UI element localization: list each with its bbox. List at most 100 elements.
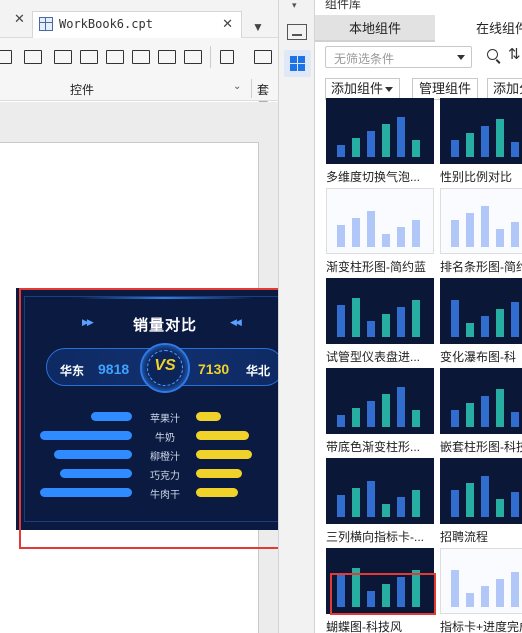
sort-icon[interactable]: ⇅ [508, 45, 521, 63]
tab-online-components[interactable]: 在线组件 [436, 15, 522, 42]
tab-local-components[interactable]: 本地组件 [315, 15, 435, 42]
thumbnail-decoration [397, 577, 405, 607]
add-component-label: 添加组件 [331, 81, 384, 96]
thumbnail-decoration [352, 138, 360, 157]
right-bar [196, 469, 242, 478]
component-card[interactable]: 带底色渐变柱形... [326, 368, 434, 454]
thumbnail-decoration [382, 234, 390, 247]
component-card[interactable]: 指标卡+进度完成 [440, 548, 522, 633]
component-card-label: 嵌套柱形图-科技 [440, 440, 522, 454]
thumbnail-decoration [397, 307, 405, 337]
panel-title: 组件库 [325, 0, 362, 11]
left-bar [54, 450, 132, 459]
button-widget-icon[interactable] [0, 50, 12, 64]
component-card[interactable]: 招聘流程 [440, 458, 522, 544]
component-card-label: 招聘流程 [440, 530, 489, 544]
component-thumbnail [440, 98, 522, 164]
thumbnail-decoration [382, 504, 390, 517]
right-bar [196, 412, 221, 421]
category-label: 苹果汁 [150, 414, 180, 425]
manage-components-button[interactable]: 管理组件 [412, 78, 478, 100]
component-card[interactable]: 变化瀑布图-科 [440, 278, 522, 364]
workbook-tabbar: ✕ WorkBook6.cpt ✕ ▼ [0, 0, 278, 38]
component-card[interactable]: 三列横向指标卡-... [326, 458, 434, 544]
thumbnail-decoration [511, 142, 519, 157]
component-card[interactable]: 试管型仪表盘进... [326, 278, 434, 364]
close-icon[interactable]: ✕ [14, 12, 25, 25]
thumbnail-decoration [451, 490, 459, 517]
group-divider [251, 79, 252, 98]
component-card[interactable]: 渐变柱形图-简约蓝 [326, 188, 434, 274]
library-tabs: 本地组件 在线组件 [315, 15, 522, 42]
right-bar [196, 450, 252, 459]
search-icon[interactable] [487, 49, 498, 60]
thumbnail-decoration [412, 300, 420, 337]
right-bar [196, 431, 249, 440]
file-search-icon[interactable] [220, 50, 234, 64]
thumbnail-decoration [352, 568, 360, 607]
thumbnail-decoration [451, 140, 459, 157]
thumbnail-decoration [352, 408, 360, 427]
thumbnail-decoration [466, 403, 474, 427]
thumbnail-decoration [511, 572, 519, 607]
right-bar [196, 488, 238, 497]
tree-widget-icon[interactable] [254, 50, 272, 64]
thumbnail-decoration [352, 298, 360, 337]
component-card[interactable]: 性别比例对比 [440, 98, 522, 184]
component-card-label: 三列横向指标卡-... [326, 530, 424, 544]
component-thumbnail [440, 368, 522, 434]
thumbnail-decoration [466, 133, 474, 157]
right-region-value: 7130 [198, 361, 230, 377]
panel-toggle-icon[interactable] [287, 24, 307, 40]
component-library-button[interactable] [284, 50, 311, 77]
add-component-button[interactable]: 添加组件 [325, 78, 400, 100]
thumbnail-decoration [382, 394, 390, 427]
chevron-down-icon[interactable]: ⌄ [233, 81, 241, 92]
grid-icon [290, 56, 305, 71]
number-widget-icon[interactable] [106, 50, 124, 64]
date-widget-icon[interactable] [54, 50, 72, 64]
thumbnail-decoration [412, 410, 420, 427]
thumbnail-decoration [511, 302, 519, 337]
left-region-value: 9818 [98, 361, 130, 377]
component-thumbnail [326, 98, 434, 164]
component-thumbnail [440, 278, 522, 344]
thumbnail-decoration [412, 570, 420, 607]
component-card-label: 排名条形图-简约 [440, 260, 522, 274]
component-card[interactable]: 排名条形图-简约 [440, 188, 522, 274]
component-library-panel: 组件库 本地组件 在线组件 无筛选条件 ⇅ 添加组件 管理组件 添加分 多维度切… [315, 0, 522, 633]
thumbnail-decoration [511, 492, 519, 517]
thumbnail-decoration [367, 321, 375, 337]
category-label: 牛肉干 [150, 490, 180, 501]
add-category-button[interactable]: 添加分 [487, 78, 522, 100]
thumbnail-decoration [337, 495, 345, 517]
thumbnail-decoration [481, 206, 489, 247]
thumbnail-decoration [481, 396, 489, 427]
tab-close-icon[interactable]: ✕ [222, 16, 233, 32]
thumbnail-decoration [511, 412, 519, 427]
component-card-label: 变化瀑布图-科 [440, 350, 516, 364]
tab-workbook[interactable]: WorkBook6.cpt ✕ [32, 11, 242, 38]
list-widget-icon[interactable] [80, 50, 98, 64]
component-thumbnail [326, 458, 434, 524]
component-card[interactable]: 嵌套柱形图-科技 [440, 368, 522, 454]
tab-menu-icon[interactable]: ▼ [252, 20, 264, 34]
component-card[interactable]: 蝴蝶图-科技风 [326, 548, 434, 633]
butterfly-chart-widget[interactable]: ▶▶ 销量对比 ◀◀ 华东 9818 VS 7130 华北 苹果汁 牛奶 柳橙汁 巧克… [16, 288, 314, 530]
left-bar [40, 431, 132, 440]
thumbnail-decoration [352, 218, 360, 247]
category-label: 巧克力 [150, 471, 180, 482]
text-area-widget-icon[interactable] [132, 50, 150, 64]
thumbnail-decoration [397, 497, 405, 517]
radio-group-widget-icon[interactable] [184, 50, 202, 64]
thumbnail-decoration [397, 117, 405, 157]
left-bar [91, 412, 132, 421]
filter-select[interactable]: 无筛选条件 [325, 46, 472, 68]
combo-box-widget-icon[interactable] [24, 50, 42, 64]
thumbnail-decoration [481, 126, 489, 157]
component-card-label: 多维度切换气泡... [326, 170, 421, 184]
component-card[interactable]: 多维度切换气泡... [326, 98, 434, 184]
checkbox-group-widget-icon[interactable] [158, 50, 176, 64]
thumbnail-decoration [481, 316, 489, 337]
category-label: 柳橙汁 [150, 452, 180, 463]
